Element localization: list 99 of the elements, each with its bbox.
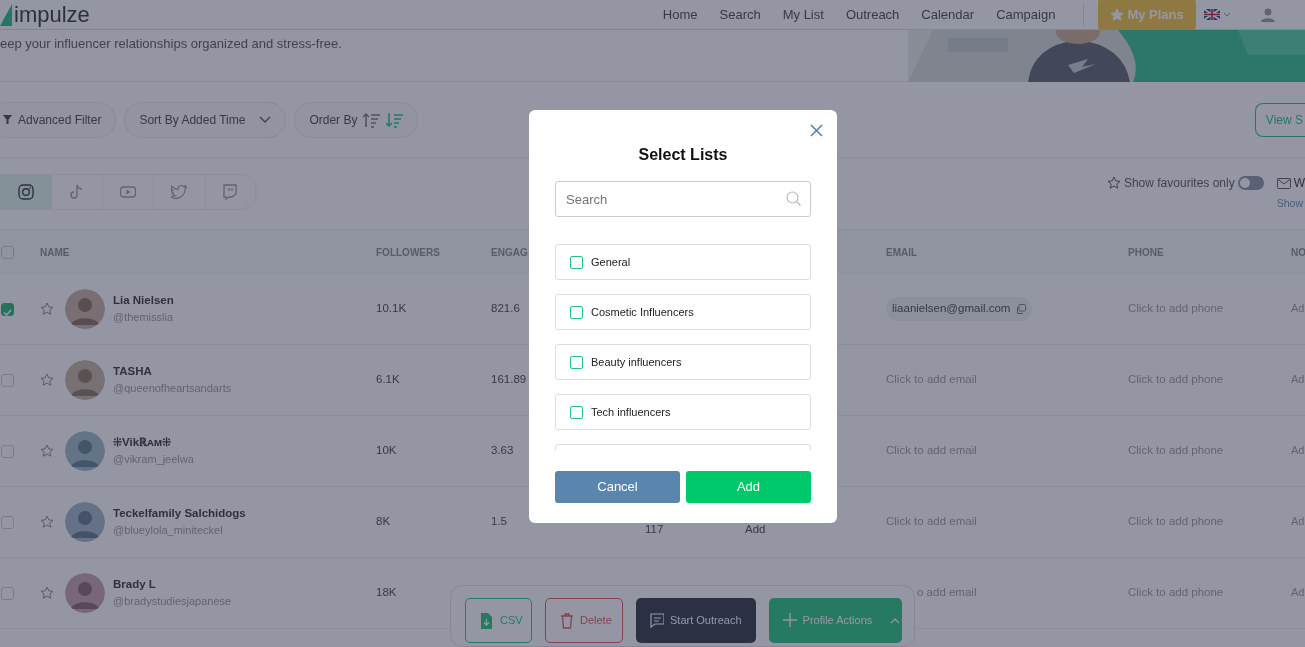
order-label: Order By bbox=[309, 111, 358, 129]
list-name: Cosmetic Influencers bbox=[591, 304, 694, 320]
list-name: General bbox=[591, 254, 631, 270]
table-cell: 161.89 bbox=[491, 373, 527, 386]
sort-dropdown[interactable]: Sort By Added Time bbox=[124, 101, 287, 138]
outreach-button[interactable]: Start Outreach bbox=[636, 598, 756, 643]
nav-link[interactable]: Campaign bbox=[996, 4, 1056, 25]
cancel-button[interactable]: Cancel bbox=[555, 471, 680, 503]
avatar bbox=[65, 573, 105, 613]
avatar bbox=[65, 502, 105, 542]
chevron-up-icon bbox=[890, 617, 901, 624]
influencer-name[interactable]: ⁜Vikℝᴀᴍ⁜ bbox=[113, 434, 194, 452]
csv-button[interactable]: CSV bbox=[465, 598, 532, 643]
filter-button[interactable]: Advanced Filter bbox=[0, 101, 117, 138]
flag-icon[interactable] bbox=[1203, 9, 1220, 20]
list-name: Beauty influencers bbox=[591, 354, 682, 370]
filter-icon bbox=[3, 115, 12, 124]
checkbox[interactable] bbox=[570, 305, 583, 319]
row-checkbox[interactable] bbox=[1, 444, 14, 458]
mail-icon bbox=[1276, 177, 1291, 189]
logo: impulze bbox=[14, 3, 90, 26]
table-cell: 10.1K bbox=[376, 302, 407, 315]
show-link[interactable]: Show bbox=[1276, 196, 1303, 212]
table-cell: 6.1K bbox=[376, 373, 400, 386]
star-icon[interactable] bbox=[40, 302, 54, 316]
table-cell: 10K bbox=[376, 444, 397, 457]
view-button[interactable]: View S bbox=[1254, 102, 1305, 137]
table-cell: 117 bbox=[645, 523, 664, 536]
list-name: Tech influencers bbox=[591, 404, 671, 420]
column-header: PHONE bbox=[1128, 246, 1164, 258]
influencer-name[interactable]: Lia Nielsen bbox=[113, 292, 174, 310]
star-icon[interactable] bbox=[40, 444, 54, 458]
list-option[interactable]: Tech influencers bbox=[555, 394, 811, 430]
star-icon[interactable] bbox=[40, 373, 54, 387]
chat-icon bbox=[650, 612, 664, 629]
checkbox[interactable] bbox=[570, 355, 583, 369]
influencer-name[interactable]: Brady L bbox=[113, 576, 232, 594]
close-button[interactable] bbox=[810, 124, 823, 137]
instagram-icon bbox=[18, 184, 34, 200]
nav-link[interactable]: Calendar bbox=[921, 4, 975, 25]
add-button[interactable]: Add bbox=[686, 471, 811, 503]
copy-icon bbox=[1016, 304, 1027, 314]
row-checkbox[interactable] bbox=[1, 515, 14, 529]
table-cell: 821.6 bbox=[491, 302, 520, 315]
sort-ascending-icon[interactable] bbox=[363, 111, 381, 128]
platform-tab[interactable] bbox=[1, 175, 52, 209]
star-icon bbox=[1110, 7, 1125, 22]
bird-icon bbox=[171, 184, 187, 200]
list-option[interactable]: Beauty influencers bbox=[555, 344, 811, 380]
caret-icon[interactable] bbox=[1222, 11, 1231, 18]
column-header: NO bbox=[1291, 246, 1305, 258]
trash-icon bbox=[560, 612, 574, 629]
star-icon[interactable] bbox=[40, 586, 54, 600]
row-checkbox[interactable] bbox=[1, 302, 14, 316]
subtitle: eep your influencer relationships organized and stress-free. bbox=[0, 35, 342, 53]
play-icon bbox=[120, 184, 136, 200]
influencer-name[interactable]: TASHA bbox=[113, 363, 232, 381]
favourites-label: Show favourites only bbox=[1123, 175, 1235, 192]
mail-label: W bbox=[1293, 175, 1305, 192]
user-icon[interactable] bbox=[1260, 7, 1275, 22]
row-checkbox[interactable] bbox=[1, 586, 14, 600]
favourites-toggle[interactable] bbox=[1237, 176, 1264, 190]
plus-icon bbox=[782, 612, 797, 629]
list-option[interactable]: Cosmetic Influencers bbox=[555, 294, 811, 330]
search-field[interactable]: Search bbox=[555, 181, 811, 217]
nav-link[interactable]: My List bbox=[782, 4, 824, 25]
table-cell: 1.5 bbox=[491, 515, 507, 528]
chat-icon bbox=[222, 184, 238, 200]
close-icon bbox=[810, 124, 823, 137]
nav-link[interactable]: Search bbox=[719, 4, 761, 25]
star-icon[interactable] bbox=[40, 515, 54, 529]
column-header: NAME bbox=[40, 246, 70, 258]
avatar bbox=[65, 289, 105, 329]
checkbox[interactable] bbox=[570, 255, 583, 269]
column-header: EMAIL bbox=[886, 246, 918, 258]
chevron-down-icon bbox=[259, 115, 272, 124]
logo-icon bbox=[0, 4, 12, 26]
delete-button[interactable]: Delete bbox=[545, 598, 623, 643]
nav-link[interactable]: Outreach bbox=[845, 4, 900, 25]
sort-descending-icon[interactable] bbox=[386, 111, 404, 128]
email-chip[interactable]: liaanielsen@gmail.com bbox=[886, 297, 1033, 321]
list-option[interactable]: General bbox=[555, 244, 811, 280]
add-link[interactable]: Add bbox=[745, 523, 766, 536]
search-icon bbox=[786, 191, 801, 206]
table-cell: 3.63 bbox=[491, 444, 514, 457]
column-header: FOLLOWERS bbox=[376, 246, 440, 258]
music-note-icon bbox=[69, 184, 85, 200]
table-cell: 18K bbox=[376, 586, 397, 599]
row-checkbox[interactable] bbox=[1, 373, 14, 387]
column-header: ENGAG bbox=[491, 246, 528, 258]
table-cell: 8K bbox=[376, 515, 391, 528]
modal-title: Select Lists bbox=[637, 145, 729, 165]
avatar bbox=[65, 360, 105, 400]
avatar bbox=[65, 431, 105, 471]
nav-link[interactable]: Home bbox=[662, 4, 698, 25]
file-download-icon bbox=[480, 612, 494, 629]
star-icon bbox=[1106, 176, 1121, 190]
influencer-name[interactable]: Teckelfamily Salchidogs bbox=[113, 505, 246, 523]
checkbox[interactable] bbox=[570, 405, 583, 419]
